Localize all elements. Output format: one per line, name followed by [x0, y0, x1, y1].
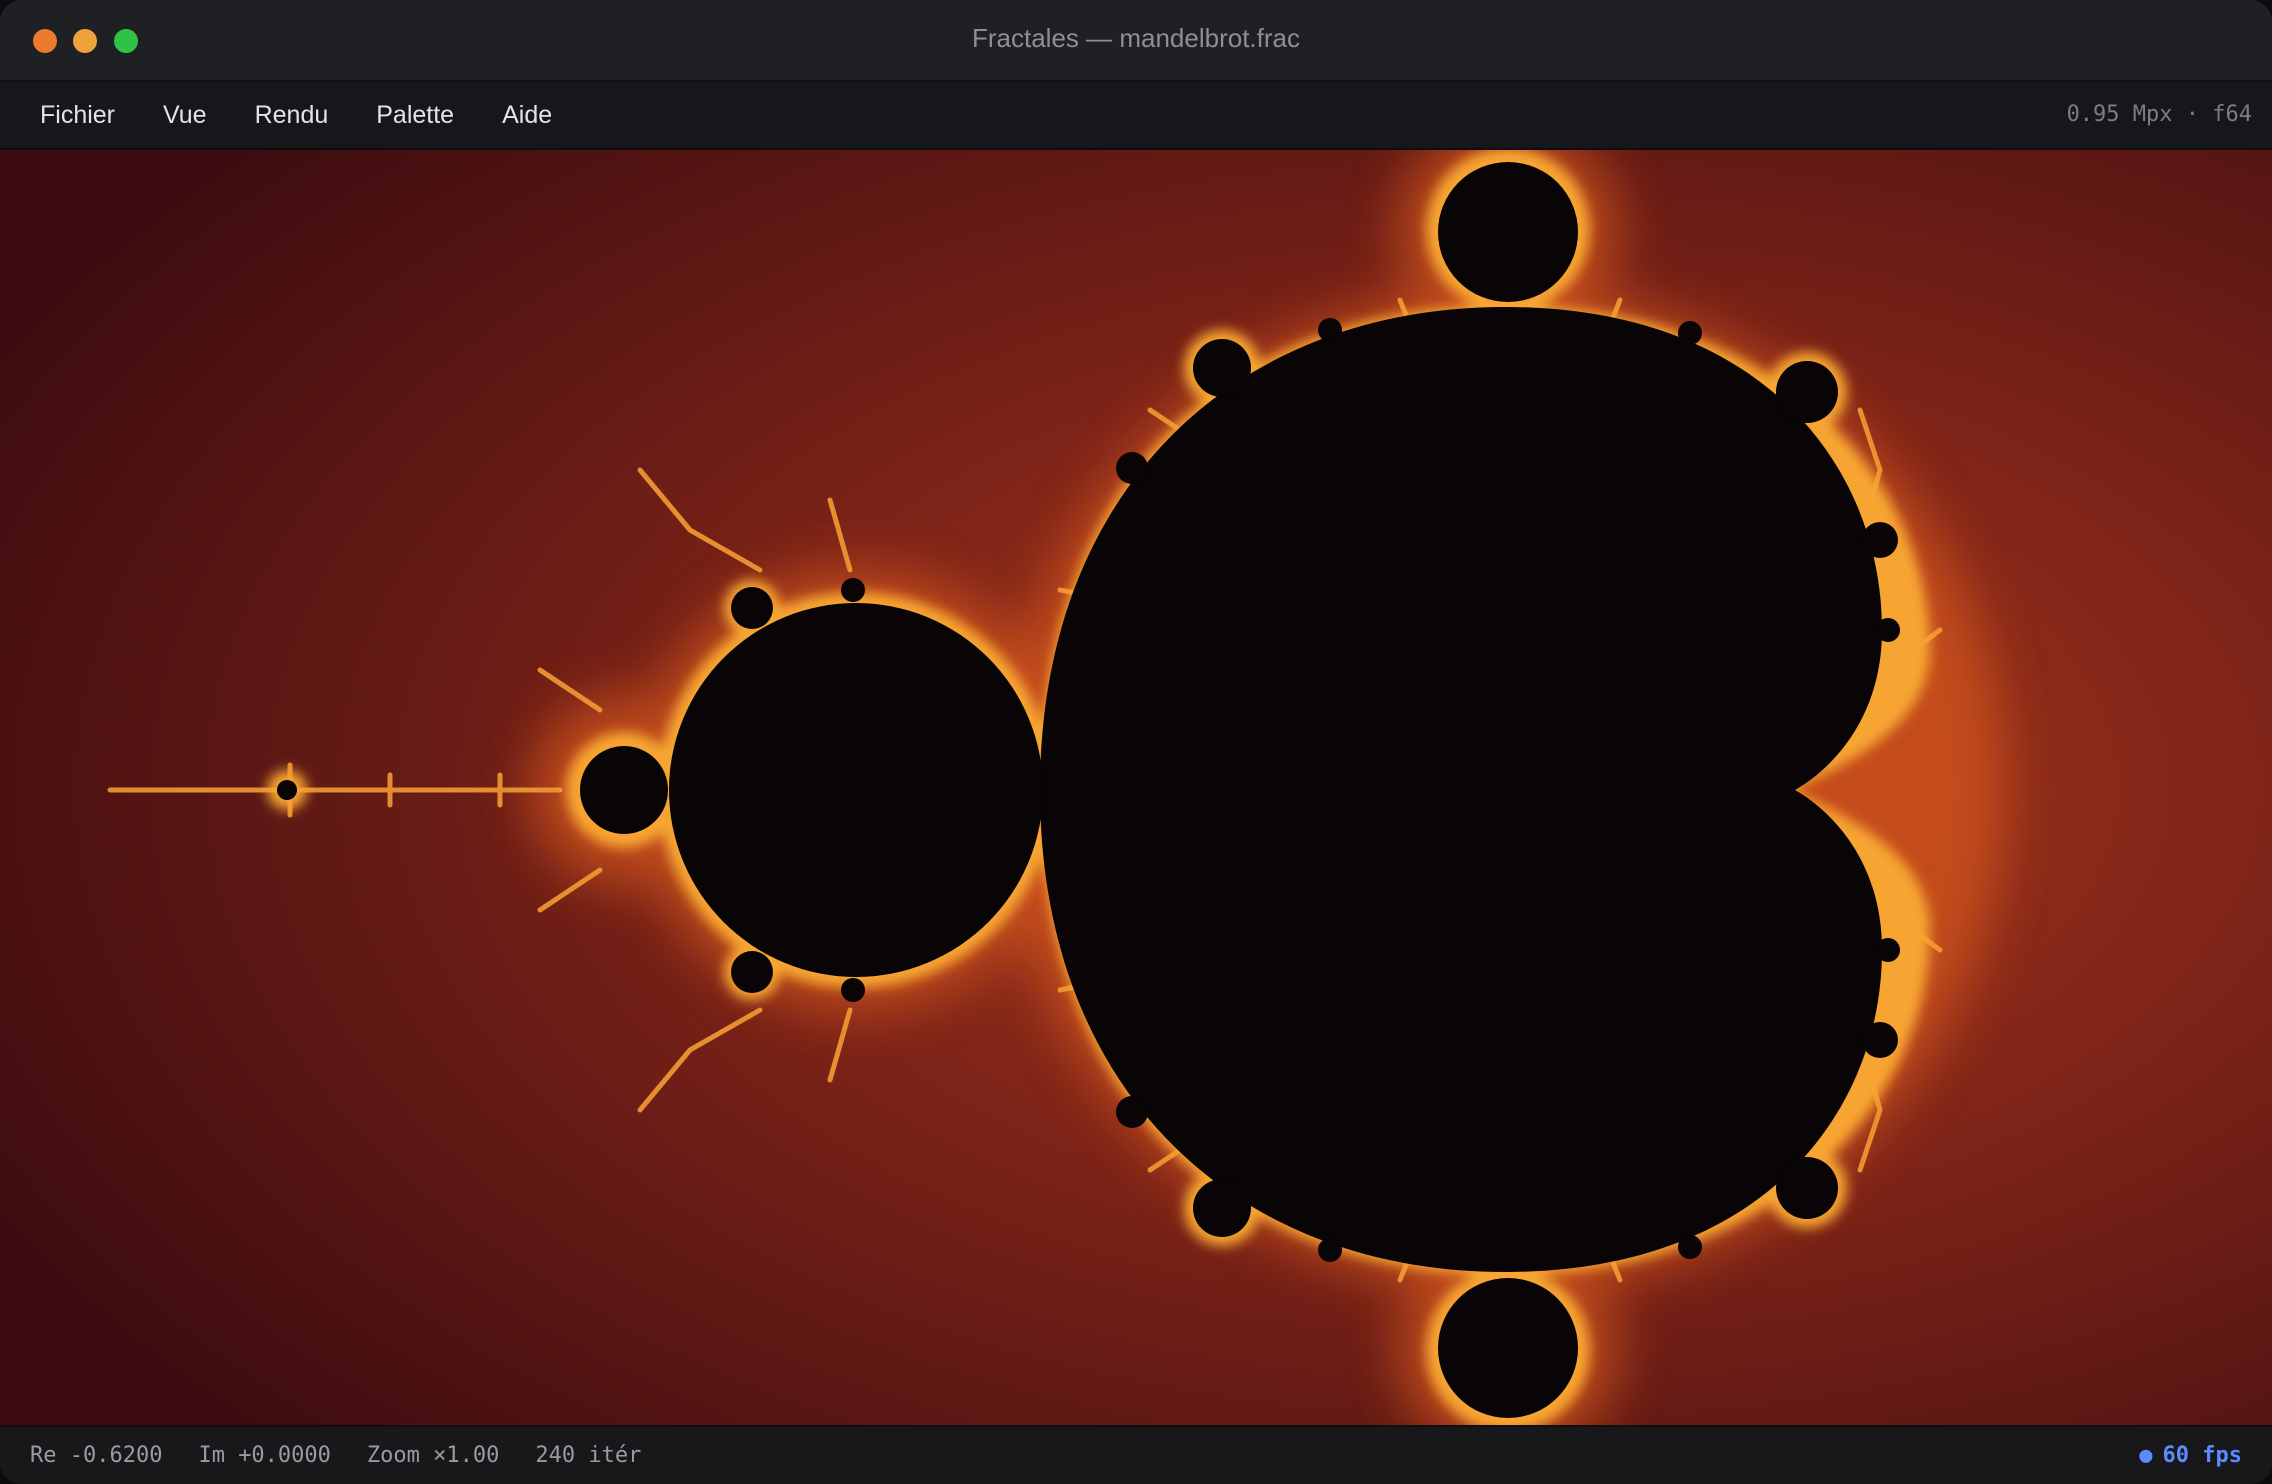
status-imaginary-coordinate: Im +0.0000: [198, 1443, 331, 1468]
status-iterations: 240 itér: [535, 1443, 642, 1468]
fps-value: 60 fps: [2162, 1443, 2242, 1468]
menu-palette[interactable]: Palette: [352, 82, 478, 148]
status-real-coordinate: Re -0.6200: [30, 1443, 163, 1468]
window-title: Fractales — mandelbrot.frac: [971, 23, 1300, 53]
fps-indicator: ● 60 fps: [2139, 1443, 2242, 1468]
mandelbrot-render: [0, 150, 2272, 1425]
fractal-canvas[interactable]: [0, 150, 2272, 1425]
status-zoom: Zoom ×1.00: [366, 1443, 500, 1468]
menu-fichier[interactable]: Fichier: [16, 82, 139, 148]
app-window: Fractales — mandelbrot.frac Fichier Vue …: [0, 0, 2272, 1484]
status-bar: Re -0.6200 Im +0.0000 Zoom ×1.00 240 ité…: [0, 1425, 2272, 1484]
title-bar: Fractales — mandelbrot.frac: [0, 0, 2272, 82]
render-info: 0.95 Mpx · f64: [2066, 102, 2252, 127]
menu-aide[interactable]: Aide: [478, 82, 576, 148]
fps-dot-icon: ●: [2139, 1443, 2153, 1468]
menu-bar: Fichier Vue Rendu Palette Aide 0.95 Mpx …: [0, 82, 2272, 150]
menu-rendu[interactable]: Rendu: [231, 82, 353, 148]
menu-vue[interactable]: Vue: [139, 82, 231, 148]
